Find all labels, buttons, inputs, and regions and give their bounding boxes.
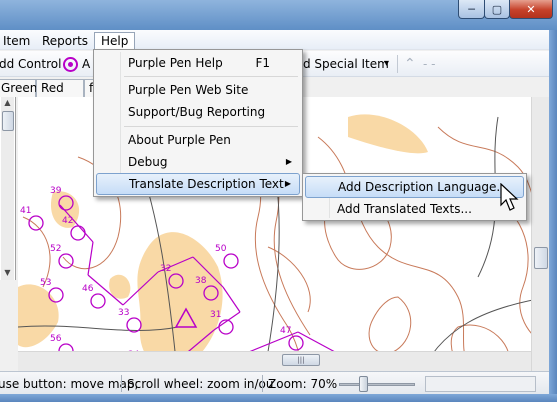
- control-number: 42: [62, 216, 73, 226]
- menu-item-support[interactable]: Support/Bug Reporting: [96, 101, 300, 123]
- control-number: 39: [50, 186, 62, 196]
- window-titlebar: ─ ▢ ✕: [0, 0, 557, 30]
- control-number: 31: [210, 310, 221, 320]
- menu-item-label: Add Description Language...: [338, 180, 508, 194]
- scroll-up-icon[interactable]: ▲: [1, 97, 14, 109]
- window-border: [0, 394, 557, 402]
- control-circle: [90, 293, 106, 309]
- help-menu: Purple Pen Help F1 Purple Pen Web Site S…: [93, 49, 303, 197]
- add-partial-label[interactable]: A: [82, 56, 90, 72]
- status-mouse-hint: use button: move map;: [0, 377, 139, 391]
- menu-separator: [124, 76, 298, 77]
- window-border: [549, 30, 557, 402]
- menu-item-debug[interactable]: Debug ▶: [96, 151, 300, 173]
- menu-item[interactable]: Item: [0, 32, 36, 50]
- menu-item-label: Support/Bug Reporting: [128, 105, 266, 119]
- horizontal-scroll-thumb[interactable]: |||: [282, 354, 320, 366]
- panel-scrollbar[interactable]: ▲ ▼: [1, 97, 14, 280]
- description-panel: ▲ ▼: [0, 97, 16, 280]
- menu-item-label: Purple Pen Help: [128, 56, 223, 70]
- control-number: 46: [82, 284, 94, 294]
- toolbar-divider: [397, 55, 398, 73]
- control-number: 32: [160, 264, 171, 274]
- minimize-button[interactable]: ─: [458, 0, 485, 19]
- status-wheel-hint: Scroll wheel: zoom in/ou: [127, 377, 274, 391]
- open-land-area: [348, 114, 428, 154]
- course-leg: [222, 286, 241, 313]
- control-number: 56: [50, 334, 62, 344]
- close-button[interactable]: ✕: [509, 0, 553, 19]
- control-number: 38: [195, 276, 207, 286]
- vertical-scroll-thumb[interactable]: [534, 247, 548, 269]
- mouse-pointer-icon: [500, 183, 519, 211]
- menu-item-label: Add Translated Texts...: [337, 202, 472, 216]
- control-number: 41: [20, 206, 31, 216]
- menu-item-label: Translate Description Text: [129, 177, 284, 191]
- control-number: 47: [280, 326, 291, 336]
- menu-item-label: About Purple Pen: [128, 133, 231, 147]
- menu-item-label: Debug: [128, 155, 168, 169]
- control-number: 50: [215, 244, 227, 254]
- contour-line: [22, 216, 51, 288]
- map-vertical-scrollbar[interactable]: [531, 97, 549, 371]
- map-horizontal-scrollbar[interactable]: |||: [18, 351, 531, 371]
- course-tabs: Green Red f: [0, 78, 100, 97]
- target-ring-icon[interactable]: [63, 57, 78, 72]
- submenu-arrow-icon: ▶: [285, 157, 292, 166]
- panel-scroll-thumb[interactable]: [2, 111, 14, 131]
- control-circle: [28, 215, 44, 231]
- control-circle: [126, 317, 142, 333]
- menu-bar: Item Reports Help: [0, 30, 549, 50]
- menu-item-web-site[interactable]: Purple Pen Web Site: [96, 79, 300, 101]
- menu-item-label: Purple Pen Web Site: [128, 83, 249, 97]
- contour-line: [368, 296, 412, 354]
- tab-red[interactable]: Red: [36, 79, 84, 97]
- status-divider: [262, 375, 263, 392]
- menu-separator: [124, 126, 298, 127]
- maximize-button[interactable]: ▢: [484, 0, 510, 19]
- chevron-down-icon[interactable]: ▾: [384, 56, 389, 72]
- open-land-area: [137, 232, 223, 370]
- menu-item-purple-pen-help[interactable]: Purple Pen Help F1: [96, 52, 300, 74]
- menu-help[interactable]: Help: [94, 32, 136, 50]
- menu-item-add-translated-texts[interactable]: Add Translated Texts...: [305, 198, 524, 220]
- minimize-icon: ─: [468, 2, 475, 16]
- course-leg: [87, 241, 94, 276]
- control-circle: [48, 287, 64, 303]
- status-divider: [121, 375, 122, 392]
- zoom-label: Zoom: 70%: [268, 377, 338, 391]
- control-number: 52: [50, 244, 61, 254]
- menu-item-translate[interactable]: Translate Description Text ▶: [96, 173, 300, 195]
- scroll-down-icon[interactable]: ▼: [1, 267, 14, 279]
- maximize-icon: ▢: [491, 2, 503, 16]
- submenu-arrow-icon: ▶: [284, 179, 291, 188]
- shortcut-label: F1: [255, 56, 270, 70]
- control-number: 33: [118, 308, 129, 318]
- close-icon: ✕: [526, 2, 536, 16]
- add-special-item-button[interactable]: d Special Item: [303, 56, 389, 72]
- status-empty-field: [425, 376, 536, 392]
- add-control-button[interactable]: dd Control: [0, 56, 61, 72]
- menu-item-add-description-language[interactable]: Add Description Language...: [305, 176, 524, 198]
- zoom-slider-thumb[interactable]: [359, 376, 368, 392]
- control-circle: [70, 225, 86, 241]
- tab-green[interactable]: Green: [0, 79, 37, 97]
- status-bar: use button: move map; Scroll wheel: zoom…: [0, 371, 549, 394]
- zoom-slider-track[interactable]: [339, 383, 415, 386]
- control-circle: [223, 253, 239, 269]
- menu-item-about[interactable]: About Purple Pen: [96, 129, 300, 151]
- control-number: 53: [40, 278, 51, 288]
- translate-submenu: Add Description Language... Add Translat…: [302, 173, 527, 221]
- menu-reports[interactable]: Reports: [36, 32, 94, 50]
- redo-icon[interactable]: - -: [423, 56, 435, 72]
- undo-icon[interactable]: ⌃: [404, 56, 416, 72]
